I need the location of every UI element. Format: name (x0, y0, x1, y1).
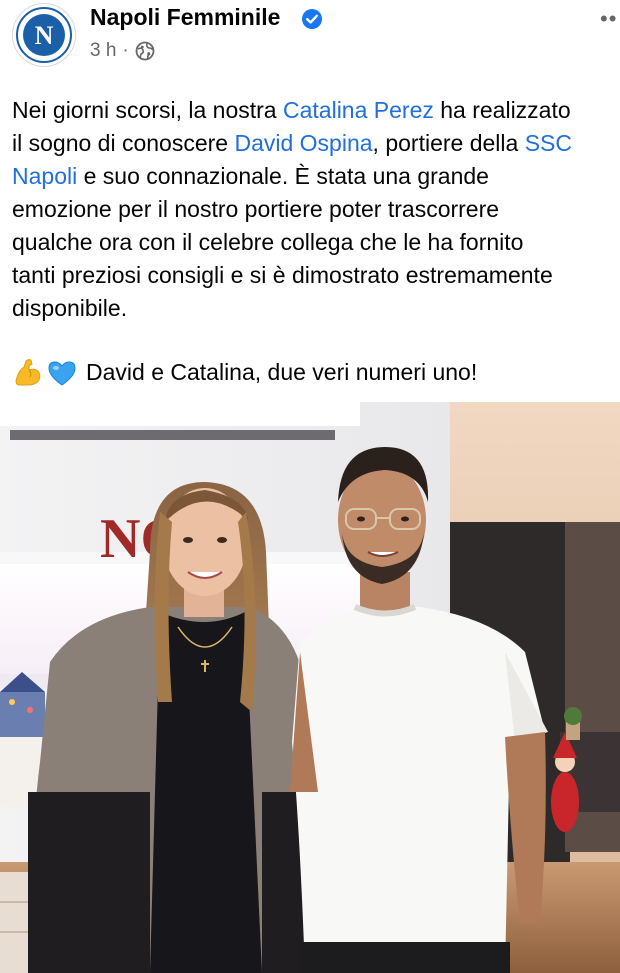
page-name[interactable]: Napoli Femminile (90, 4, 280, 31)
post-text-line: emozione per il nostro portiere poter tr… (12, 193, 620, 226)
mention-link[interactable]: SSC (525, 130, 572, 156)
post-text-line: il sogno di conoscere David Ospina, port… (12, 127, 620, 160)
photo-illustration: NO (0, 402, 620, 973)
post-text-line: qualche ora con il celebre collega che l… (12, 226, 620, 259)
post-text-segment: Nei giorni scorsi, la nostra (12, 97, 283, 123)
post-meta: 3 h · (90, 40, 155, 62)
page-avatar[interactable]: N (12, 3, 76, 67)
post-text-segment: ha realizzato (433, 97, 571, 123)
post-sign-off: David e Catalina, due veri numeri uno! (12, 356, 477, 389)
meta-separator: · (122, 40, 129, 61)
post-text-segment: il sogno di conoscere (12, 130, 235, 156)
post-text-segment: tanti preziosi consigli e si è dimostrat… (12, 262, 553, 288)
avatar-letter: N (35, 21, 54, 50)
post-photo[interactable]: NO (0, 402, 620, 973)
verified-badge-icon (302, 9, 322, 29)
mention-link[interactable]: David Ospina (234, 130, 372, 156)
post-text-line: tanti preziosi consigli e si è dimostrat… (12, 259, 620, 292)
post-timestamp[interactable]: 3 h (90, 40, 116, 62)
napoli-logo-icon: N (16, 7, 72, 63)
post-text-segment: e suo connazionale. È stata una grande (77, 163, 489, 189)
flexed-biceps-icon (15, 358, 41, 385)
mention-link[interactable]: Catalina Perez (283, 97, 434, 123)
post-text-segment: , portiere della (372, 130, 525, 156)
mention-link[interactable]: Napoli (12, 163, 77, 189)
post-text-line: Napoli e suo connazionale. È stata una g… (12, 160, 620, 193)
post-text-segment: emozione per il nostro portiere poter tr… (12, 196, 500, 222)
post-text-segment: qualche ora con il celebre collega che l… (12, 229, 524, 255)
sign-off-text: David e Catalina, due veri numeri uno! (86, 359, 478, 385)
post-text-line: Nei giorni scorsi, la nostra Catalina Pe… (12, 94, 620, 127)
post-text-line: disponibile. (12, 292, 620, 325)
globe-icon[interactable] (135, 41, 155, 61)
post-text-segment: disponibile. (12, 295, 128, 321)
post-body-text: Nei giorni scorsi, la nostra Catalina Pe… (12, 94, 620, 325)
blue-heart-icon (48, 360, 76, 386)
more-options-button[interactable]: •• (600, 6, 617, 32)
post-header: N Napoli Femminile 3 h · •• (0, 0, 620, 80)
